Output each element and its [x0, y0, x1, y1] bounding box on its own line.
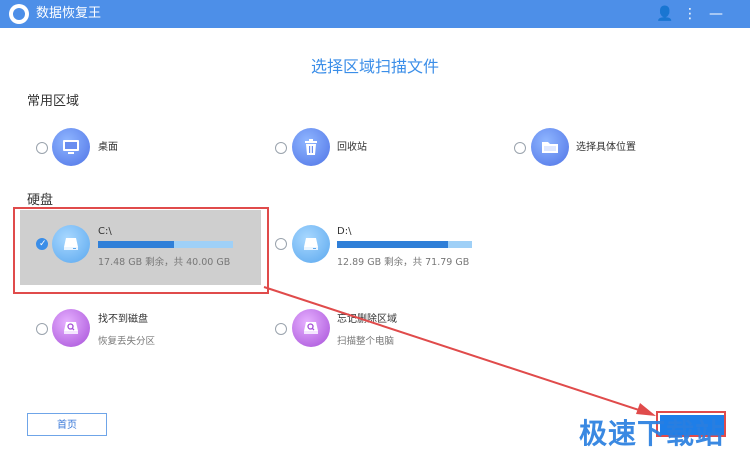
- radio-desktop[interactable]: [36, 142, 48, 154]
- menu-icon[interactable]: ⋮: [680, 4, 700, 24]
- home-button[interactable]: 首页: [27, 413, 107, 436]
- option-sub-scan-computer: 扫描整个电脑: [337, 336, 395, 347]
- folder-icon: [531, 128, 569, 166]
- scan-computer-icon: [292, 309, 330, 347]
- option-sub-lost-disk: 恢复丢失分区: [98, 336, 156, 347]
- option-label-lost-disk: 找不到磁盘: [98, 314, 148, 325]
- radio-custom-location[interactable]: [514, 142, 526, 154]
- app-title: 数据恢复王: [36, 6, 102, 21]
- drive-d-name: D:\: [337, 226, 352, 237]
- app-logo-icon: [9, 4, 29, 24]
- location-label-custom: 选择具体位置: [576, 142, 636, 153]
- lost-disk-icon: [52, 309, 90, 347]
- drive-d-usage-bar: [337, 241, 472, 248]
- radio-recycle-bin[interactable]: [275, 142, 287, 154]
- radio-drive-c[interactable]: ✓: [36, 238, 48, 250]
- page-title: 选择区域扫描文件: [310, 57, 439, 76]
- drive-d-usage-fill: [337, 241, 448, 248]
- title-bar: 数据恢复王 👤 ⋮ —: [0, 0, 750, 28]
- drive-c-info: 17.48 GB 剩余，共 40.00 GB: [98, 257, 231, 268]
- drive-c-name: C:\: [98, 226, 112, 237]
- drive-d-info: 12.89 GB 剩余，共 71.79 GB: [337, 257, 470, 268]
- radio-lost-disk[interactable]: [36, 323, 48, 335]
- drive-c-usage-fill: [98, 241, 174, 248]
- watermark: 极速下载站: [579, 417, 725, 450]
- section-title-common: 常用区域: [27, 94, 80, 109]
- option-label-scan-computer: 忘记删除区域: [337, 314, 397, 325]
- user-icon[interactable]: 👤: [655, 4, 675, 24]
- location-label-recycle-bin: 回收站: [337, 142, 367, 153]
- recycle-bin-icon: [292, 128, 330, 166]
- location-label-desktop: 桌面: [98, 142, 118, 153]
- minimize-icon[interactable]: —: [706, 4, 726, 24]
- hard-disk-icon: [292, 225, 330, 263]
- hard-disk-icon: [52, 225, 90, 263]
- annotation-highlight-drive-c: [13, 207, 269, 294]
- monitor-icon: [52, 128, 90, 166]
- radio-drive-d[interactable]: [275, 238, 287, 250]
- radio-scan-computer[interactable]: [275, 323, 287, 335]
- drive-c-usage-bar: [98, 241, 233, 248]
